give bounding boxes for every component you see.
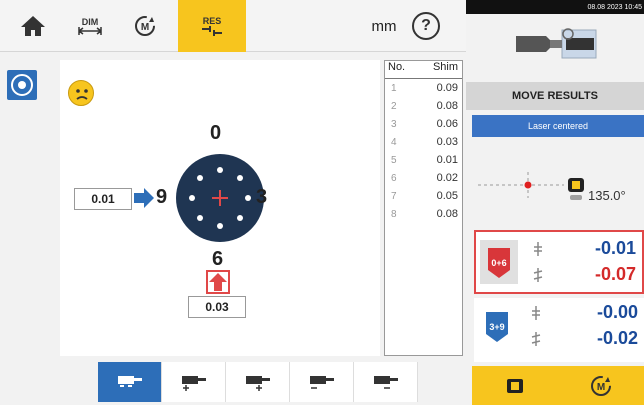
res-label: RES [202,16,222,26]
mode-button-add-rear[interactable] [226,362,290,402]
vertical-icon-cell: 0+6 [480,240,518,284]
home-button[interactable] [14,0,52,52]
svg-text:M: M [141,22,149,33]
vertical-offset-value: -0.01 [594,238,636,258]
machine-shim-icon [117,376,142,387]
res-button[interactable]: RES [178,0,246,52]
table-row: 8 0.08 [385,205,462,223]
offset-icon [532,306,540,320]
row-shim: 0.02 [436,172,458,184]
tolerance-smiley-icon [68,80,94,106]
left-panel: DIM M RES mm ? 0 9 3 6 0.01 0.03 No. Shi… [0,0,466,405]
measure-again-button[interactable]: M [558,366,644,405]
row-no: 6 [391,172,397,184]
horizontal-icon-label: 3+9 [489,322,504,332]
svg-text:M: M [597,382,605,393]
dim-button[interactable]: DIM [68,0,112,52]
row-no: 7 [391,190,397,202]
measure-icon: M [591,375,611,396]
horizontal-offset-value: -0.00 [596,302,638,322]
horizontal-angle-value: -0.02 [596,328,638,348]
toolbar: DIM M RES mm ? [0,0,466,52]
measure-icon: M [135,16,155,36]
vertical-icon-label: 0+6 [491,258,506,268]
table-row: 1 0.09 [385,79,462,97]
right-panel: 08.08 2023 10:45 MOVE RESULTS Laser cent… [466,0,644,405]
table-row: 3 0.06 [385,115,462,133]
shim-table: No. Shim 1 0.09 2 0.08 3 0.06 4 0.03 5 0.01 6… [384,60,463,356]
row-no: 1 [391,82,397,94]
results-arrows-icon [202,26,222,36]
up-arrow-icon [209,273,227,291]
machine-shim-remove-rear-icon [373,376,398,389]
table-row: 2 0.08 [385,97,462,115]
machine-train-icon [516,28,597,59]
row-shim: 0.05 [436,190,458,202]
table-row: 4 0.03 [385,133,462,151]
laser-status-bar: Laser centered [472,115,644,137]
dimension-arrows-icon [78,27,102,35]
mode-button-remove-front[interactable] [290,362,354,402]
move-results-title: MOVE RESULTS [466,82,644,110]
table-row: 5 0.01 [385,151,462,169]
bottom-value-box: 0.03 [188,296,246,318]
row-shim: 0.09 [436,82,458,94]
row-no: 8 [391,208,397,220]
home-icon [21,16,45,36]
offset-icon [534,242,542,256]
laser-crosshair [478,172,564,198]
horizontal-view-icon: 3+9 [486,312,508,342]
row-shim: 0.08 [436,208,458,220]
mode-button-add-front[interactable] [162,362,226,402]
machine-shim-remove-icon [309,376,334,389]
column-no: No. [388,61,406,73]
clock-label-top: 0 [210,122,222,144]
left-value-box: 0.01 [74,188,132,210]
angle-icon [533,268,543,282]
angle-icon [531,332,541,346]
horizontal-results[interactable]: 3+9 -0.00 -0.02 [474,298,644,362]
row-no: 2 [391,100,397,112]
row-shim: 0.08 [436,100,458,112]
sensor-icon [507,378,523,393]
row-no: 3 [391,118,397,130]
row-shim: 0.01 [436,154,458,166]
column-shim: Shim [432,61,458,73]
view-toggle-button[interactable] [7,70,37,100]
row-no: 5 [391,154,397,166]
dim-label: DIM [81,17,99,27]
bottom-arrow-frame [206,270,230,294]
clock-label-right: 3 [256,186,268,208]
left-arrow-icon [134,188,154,208]
mode-button-remove-rear[interactable] [354,362,418,402]
vertical-results[interactable]: 0+6 -0.01 -0.07 [474,230,644,294]
mode-button-shims[interactable] [98,362,162,402]
clock-label-left: 9 [156,186,168,208]
sensor-angle-value: 135.0° [588,188,626,203]
row-shim: 0.03 [436,136,458,148]
coupling-view-icon [11,74,33,96]
shim-table-header: No. Shim [385,61,462,79]
row-shim: 0.06 [436,118,458,130]
vertical-view-icon: 0+6 [488,248,510,278]
table-row: 6 0.02 [385,169,462,187]
sensor-button[interactable] [472,366,558,405]
view-mode-bar [98,362,418,402]
sensor-angle-icon [568,178,584,200]
horizontal-icon-cell: 3+9 [478,304,516,348]
measure-button[interactable]: M [122,0,168,52]
table-row: 7 0.05 [385,187,462,205]
machine-shim-add-icon [181,376,206,391]
unit-button[interactable]: mm [360,0,408,52]
status-bar: 08.08 2023 10:45 [466,0,644,14]
vertical-angle-value: -0.07 [594,264,636,284]
row-no: 4 [391,136,397,148]
help-button[interactable]: ? [412,12,440,40]
clock-label-bottom: 6 [212,248,224,270]
machine-shim-add-rear-icon [245,376,270,391]
